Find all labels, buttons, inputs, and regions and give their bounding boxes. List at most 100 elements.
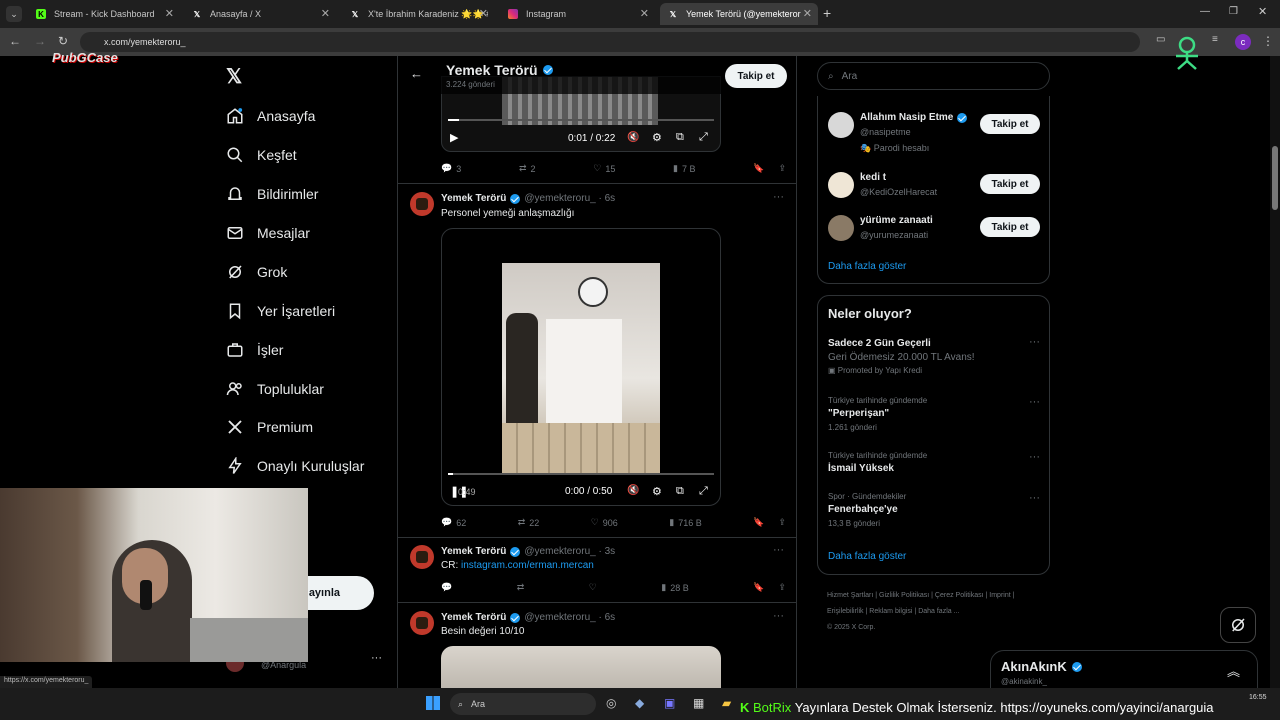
- nav-messages[interactable]: Mesajlar: [226, 220, 310, 246]
- play-icon[interactable]: ▶: [450, 131, 458, 144]
- settings-icon[interactable]: ⚙: [652, 485, 662, 498]
- repost-button[interactable]: ⇄ 2: [519, 163, 536, 174]
- follow-button[interactable]: Takip et: [725, 64, 787, 88]
- tweet-link[interactable]: instagram.com/erman.mercan: [461, 560, 594, 571]
- media-icon[interactable]: ≡: [1212, 34, 1218, 45]
- share-icon[interactable]: ⇪: [778, 163, 786, 174]
- follow-button[interactable]: Takip et: [980, 114, 1040, 134]
- show-more-link[interactable]: Daha fazla göster: [828, 551, 906, 562]
- tab-search-button[interactable]: ⌄: [6, 6, 22, 22]
- maximize-button[interactable]: ❐: [1229, 6, 1238, 17]
- more-icon[interactable]: ···: [1029, 451, 1040, 463]
- fullscreen-icon[interactable]: ⤢: [699, 485, 708, 498]
- scrollbar[interactable]: [1270, 56, 1280, 688]
- store-icon[interactable]: ▦: [693, 696, 704, 710]
- avatar[interactable]: [410, 545, 434, 569]
- repost-button[interactable]: ⇄ 22: [518, 517, 540, 528]
- trend-item[interactable]: Türkiye tarihinde gündemde "Perperişan" …: [828, 396, 1040, 432]
- more-icon[interactable]: ···: [371, 652, 382, 664]
- task-view-icon[interactable]: ◎: [606, 696, 616, 710]
- footer-link[interactable]: Imprint: [989, 592, 1010, 599]
- tab-x-home[interactable]: 𝕏 Anasayfa / X ✕: [184, 3, 336, 25]
- bookmark-button[interactable]: 🔖 ⇪: [753, 582, 786, 593]
- suggestion-item[interactable]: yürüme zanaati @yurumezanaati Takip et: [828, 213, 1040, 247]
- like-button[interactable]: ♡: [589, 582, 597, 593]
- like-button[interactable]: ♡ 906: [591, 517, 618, 528]
- bookmark-button[interactable]: 🔖 ⇪: [753, 163, 786, 174]
- menu-icon[interactable]: ⋮: [1262, 34, 1274, 48]
- nav-verified-orgs[interactable]: Onaylı Kuruluşlar: [226, 453, 364, 479]
- more-icon[interactable]: ···: [1029, 492, 1040, 504]
- tab-close-icon[interactable]: ✕: [640, 7, 649, 20]
- search-input[interactable]: ⌕ Ara: [817, 62, 1050, 90]
- footer-link[interactable]: Hizmet Şartları: [827, 592, 873, 599]
- views-button[interactable]: ▮ 28 B: [661, 582, 688, 593]
- taskbar-search[interactable]: ⌕ Ara: [450, 693, 596, 715]
- chevron-up-icon[interactable]: ︽: [1227, 661, 1240, 680]
- tab-close-icon[interactable]: ✕: [479, 7, 488, 20]
- new-tab-button[interactable]: +: [823, 5, 831, 21]
- footer-link[interactable]: Daha fazla ...: [918, 608, 959, 615]
- suggestion-item[interactable]: Allahım Nasip Etme @nasipetme 🎭 Parodi h…: [828, 110, 1040, 160]
- tab-kick-dashboard[interactable]: K Stream - Kick Dashboard ✕: [28, 3, 180, 25]
- footer-link[interactable]: Reklam bilgisi: [869, 608, 912, 615]
- profile-avatar[interactable]: c: [1235, 34, 1251, 50]
- footer-link[interactable]: Erişilebilirlik: [827, 608, 864, 615]
- more-icon[interactable]: ···: [773, 610, 784, 622]
- video-player[interactable]: ❚❚ 0:49 0:00 / 0:50 🔇 ⚙ ⧉ ⤢: [441, 228, 721, 506]
- mute-icon[interactable]: 🔇: [627, 485, 639, 496]
- minimize-button[interactable]: —: [1200, 6, 1210, 17]
- teams-icon[interactable]: ▣: [664, 696, 675, 710]
- x-logo-icon[interactable]: 𝕏: [226, 64, 242, 89]
- views-button[interactable]: ▮ 716 B: [669, 517, 701, 528]
- share-icon[interactable]: ⇪: [778, 582, 786, 593]
- avatar[interactable]: [410, 192, 434, 216]
- reply-button[interactable]: 💬: [441, 582, 452, 593]
- tab-close-icon[interactable]: ✕: [321, 7, 330, 20]
- more-icon[interactable]: ···: [773, 544, 784, 556]
- video-progress[interactable]: [448, 473, 714, 475]
- pip-icon[interactable]: ⧉: [676, 131, 684, 144]
- bookmark-button[interactable]: 🔖 ⇪: [753, 517, 786, 528]
- video-progress[interactable]: [448, 119, 714, 121]
- share-icon[interactable]: ⇪: [778, 517, 786, 528]
- nav-communities[interactable]: Topluluklar: [226, 376, 324, 402]
- tab-close-icon[interactable]: ✕: [803, 7, 812, 20]
- grok-float-button[interactable]: [1220, 607, 1256, 643]
- more-icon[interactable]: ···: [1029, 396, 1040, 408]
- nav-bookmarks[interactable]: Yer İşaretleri: [226, 298, 335, 324]
- reply-button[interactable]: 💬 3: [441, 163, 461, 174]
- trend-item[interactable]: Spor · Gündemdekiler Fenerbahçe'ye 13,3 …: [828, 492, 1040, 528]
- tab-close-icon[interactable]: ✕: [165, 7, 174, 20]
- cast-icon[interactable]: ▭: [1156, 34, 1165, 45]
- like-button[interactable]: ♡ 15: [593, 163, 615, 174]
- forward-icon[interactable]: →: [34, 34, 46, 48]
- trend-item[interactable]: Türkiye tarihinde gündemde İsmail Yüksek…: [828, 451, 1040, 474]
- pip-icon[interactable]: ⧉: [676, 485, 684, 498]
- tab-x-ibrahim[interactable]: 𝕏 X'te İbrahim Karadeniz 🌟🌟 # ✕: [342, 3, 494, 25]
- nav-explore[interactable]: Keşfet: [226, 142, 297, 168]
- close-window-button[interactable]: ✕: [1258, 5, 1267, 18]
- address-bar[interactable]: x.com/yemekteroru_: [80, 32, 1140, 52]
- footer-link[interactable]: Çerez Politikası: [935, 592, 984, 599]
- follow-button[interactable]: Takip et: [980, 174, 1040, 194]
- reload-icon[interactable]: ↻: [58, 34, 68, 48]
- tab-yemek-teroru[interactable]: 𝕏 Yemek Terörü (@yemekteroru_ ✕: [660, 3, 818, 25]
- avatar[interactable]: [410, 611, 434, 635]
- nav-premium[interactable]: Premium: [226, 414, 313, 440]
- fullscreen-icon[interactable]: ⤢: [699, 131, 708, 144]
- nav-jobs[interactable]: İşler: [226, 337, 283, 363]
- reply-button[interactable]: 💬 62: [441, 517, 466, 528]
- nav-grok[interactable]: Grok: [226, 259, 287, 285]
- show-more-link[interactable]: Daha fazla göster: [828, 261, 906, 272]
- tab-instagram[interactable]: Instagram ✕: [500, 3, 655, 25]
- back-arrow-icon[interactable]: ←: [410, 66, 423, 81]
- more-icon[interactable]: ···: [1029, 336, 1040, 348]
- copilot-icon[interactable]: ◆: [635, 696, 644, 710]
- back-icon[interactable]: ←: [9, 34, 21, 48]
- suggestion-item[interactable]: kedi t @KediOzelHarecat Takip et: [828, 170, 1040, 204]
- explorer-icon[interactable]: ▰: [722, 696, 731, 710]
- footer-link[interactable]: Gizlilik Politikası: [879, 592, 929, 599]
- nav-home[interactable]: Anasayfa: [226, 103, 315, 129]
- settings-icon[interactable]: ⚙: [652, 131, 662, 144]
